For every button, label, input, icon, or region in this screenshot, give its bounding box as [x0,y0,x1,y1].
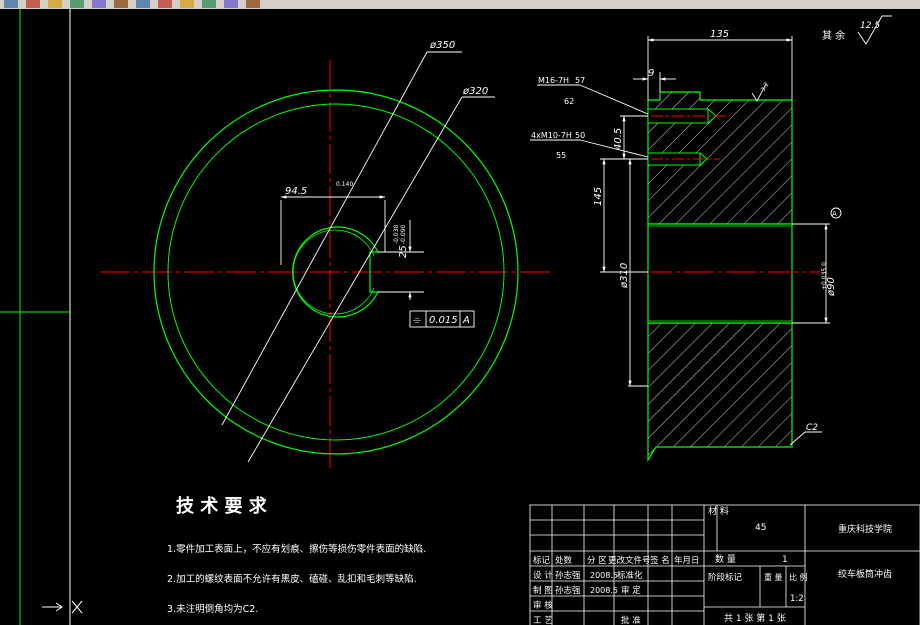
dim-keyway-width: 94.5 [285,186,307,197]
tb-row5-c1: 工 艺 [533,616,553,625]
part-name: 绞车板筒冲齿 [838,568,892,580]
tb-row2-c3: 2008.5 [590,571,618,580]
bore-area [647,223,793,324]
tb-row3-c1: 制 图 [533,585,553,596]
tech-item-3: 3.未注明倒角均为C2. [167,603,258,615]
tb-row4-c1: 审 核 [533,600,553,611]
tech-item-1: 1.零件加工表面上，不应有划痕、擦伤等损伤零件表面的缺陷. [167,543,426,555]
roughness-local-value: 3.2 [760,81,771,93]
section-lower [647,322,793,463]
tb-row2-c2: 孙志强 [555,570,581,581]
dim-dia-320: ø320 [462,86,488,97]
thread-callout-1: M16-7H [538,76,569,85]
help-icon[interactable] [246,0,260,8]
print-icon[interactable] [136,0,150,8]
paste-icon[interactable] [202,0,216,8]
tb-row2-c4: 标准化 [617,570,643,581]
surface-note-value: 12.5 [860,21,880,31]
tb-row1-c2: 处数 [555,555,573,566]
scale-value: 1:2 [790,594,804,604]
flatness-value: 0.015 [429,315,458,326]
tb-row1-c4: 更改文件号 [608,555,651,566]
dim-keyway-height: 25 [398,245,409,258]
thread-callout-2: 4xM10-7H [531,131,572,140]
redo-icon[interactable] [70,0,84,8]
dim-dia-310: ø310 [619,263,630,289]
scale-label: 比 例 [789,572,808,582]
qty-label: 数 量 [715,553,736,565]
thread-2-depth: 50 [575,131,585,140]
dim-145: 145 [593,187,604,206]
chamfer-label: C2 [806,423,818,433]
dim-40-5: 40.5 [613,128,624,150]
tb-row1-c6: 年月日 [674,555,700,566]
toolbar [0,0,920,9]
cut-icon[interactable] [158,0,172,8]
qty-value: 1 [782,555,788,565]
front-view: ø350 ø320 94.5 0.140 25 -0.030 -0.090 ⌯ … [100,40,550,470]
tb-row1-c3: 分 区 [587,556,607,566]
surface-note-label: 其 余 [822,29,845,42]
match-icon[interactable] [224,0,238,8]
dim-dia-350: ø350 [429,40,455,51]
dim-keyway-height-tol-upper: -0.030 [393,224,400,244]
stage-label: 阶段标记 [708,572,743,583]
drawing-frame [0,9,71,625]
dim-bore-tol: +0.035 0 [821,262,828,290]
dim-keyway-width-tol: 0.140 [336,181,353,188]
tech-title: 技 术 要 求 [176,495,268,517]
tb-row2-c1: 设 计 [533,570,553,581]
save-icon[interactable] [114,0,128,8]
material-value: 45 [755,523,766,533]
tb-row3-c3: 2008.5 [590,586,618,595]
thread-1-depth: 57 [575,76,585,85]
material-label: 材 料 [708,505,729,517]
tech-item-2: 2.加工的螺纹表面不允许有黑皮、磕碰、乱扣和毛刺等缺陷. [167,573,417,585]
dim-keyway-height-tol-lower: -0.090 [400,224,407,244]
tb-row3-c2: 孙志强 [555,585,581,596]
thread-1-drill: 62 [564,97,574,106]
dim-offset-9: 9 [648,68,654,79]
flatness-datum: A [462,315,470,326]
datum-a-label: A [832,210,837,218]
tb-row3-c4: 审 定 [621,585,641,596]
flatness-symbol: ⌯ [413,315,421,326]
tb-row1-c5: 签 名 [650,555,670,566]
dim-width-135: 135 [710,29,729,40]
side-view: 135 9 40.5 145 ø310 ø90 +0.035 0 A M16-7… [530,29,842,463]
tb-row5-c4: 批 准 [621,615,641,625]
copy-icon[interactable] [180,0,194,8]
pan-icon[interactable] [26,0,40,8]
zoom-icon[interactable] [4,0,18,8]
undo-icon[interactable] [48,0,62,8]
school-name: 重庆科技学院 [838,523,892,535]
drawing-canvas[interactable]: ø350 ø320 94.5 0.140 25 -0.030 -0.090 ⌯ … [0,9,920,625]
ucs-icon [42,600,83,614]
open-icon[interactable] [92,0,106,8]
thread-2-drill: 55 [556,151,566,160]
sheet-info: 共 1 张 第 1 张 [724,612,786,624]
tb-row1-c1: 标记 [533,555,551,566]
weight-label: 重 量 [764,572,783,582]
